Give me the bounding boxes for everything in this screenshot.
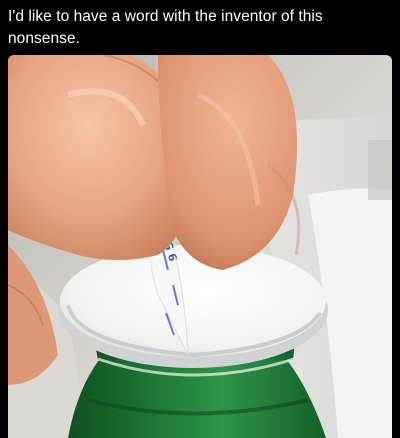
post-photo[interactable]: MEG 6 [8,55,392,438]
social-post: I'd like to have a word with the invento… [0,0,400,438]
post-caption: I'd like to have a word with the invento… [8,8,323,47]
photo-illustration: MEG 6 [8,55,392,438]
